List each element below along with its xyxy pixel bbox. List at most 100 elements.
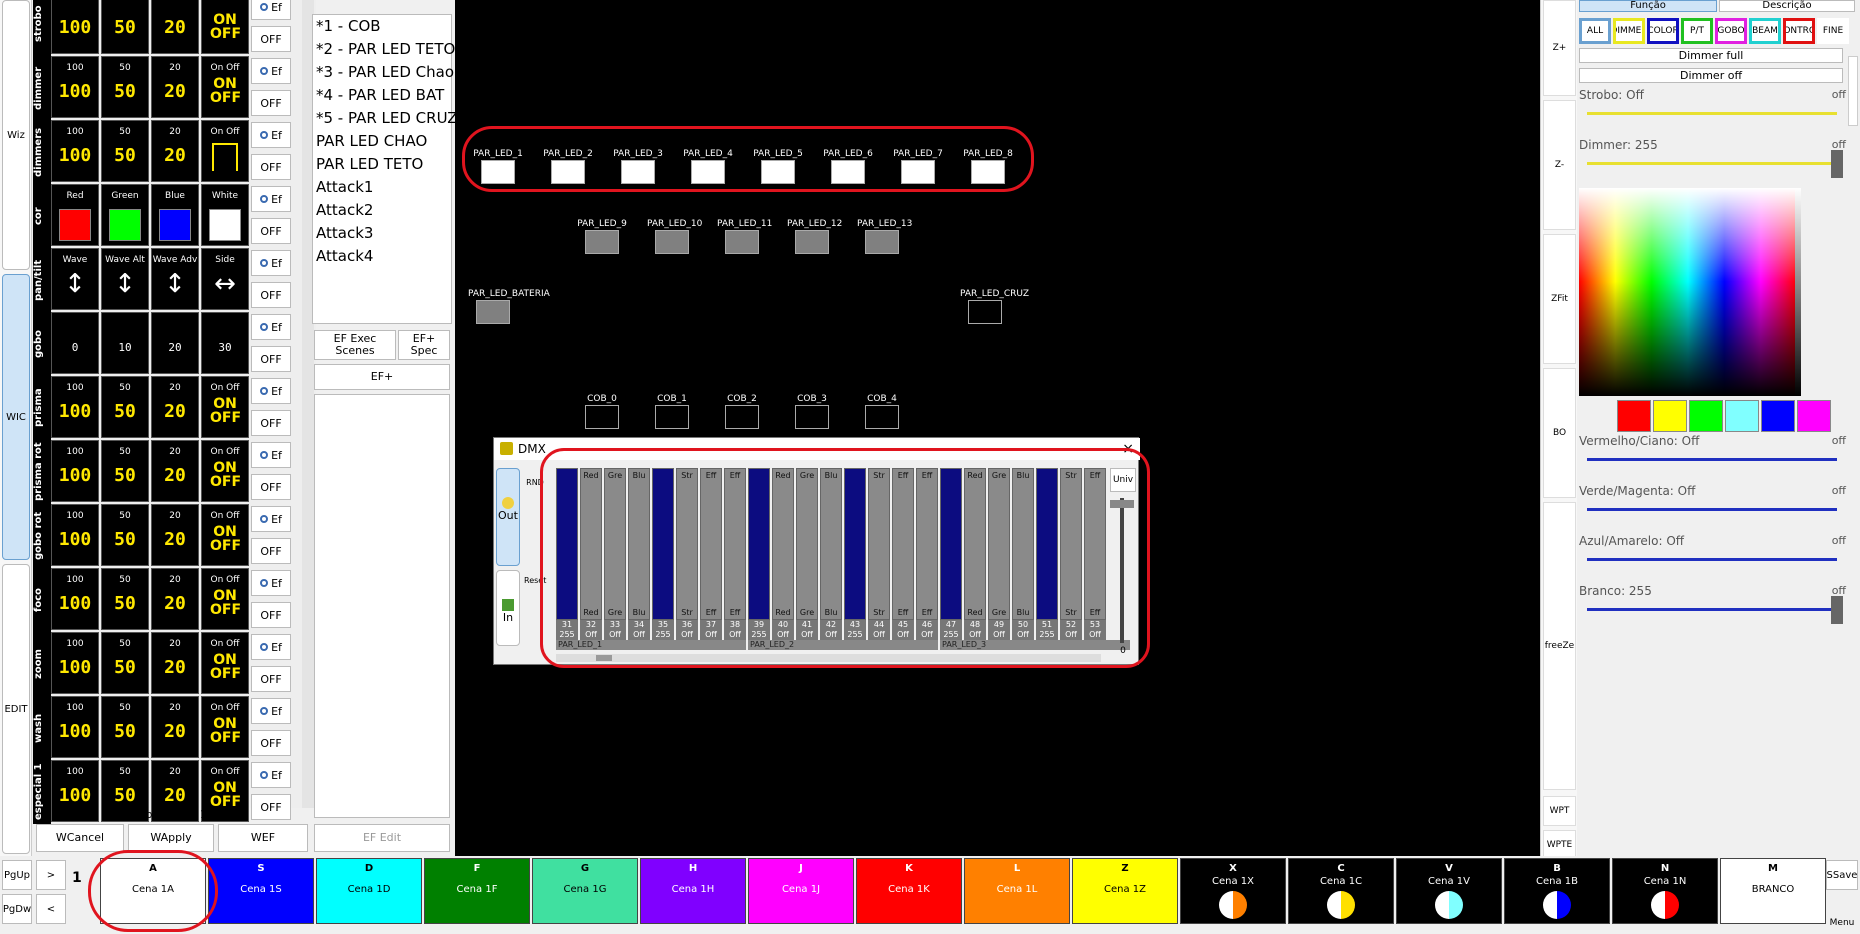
effect-cell[interactable]: 50 50	[101, 568, 149, 630]
scene-list-item[interactable]: *4 - PAR LED BAT	[313, 84, 451, 107]
effect-cell[interactable]: 100 100	[51, 56, 99, 118]
wef-button[interactable]: WEF	[218, 824, 308, 852]
fixture[interactable]: PAR_LED_CRUZ	[960, 289, 1029, 324]
panel-scrollbar[interactable]	[1848, 56, 1858, 126]
category-beam[interactable]: BEAM	[1749, 18, 1781, 44]
slider-knob[interactable]	[1831, 150, 1843, 178]
ef-button[interactable]: Ef	[251, 762, 291, 788]
effect-cell[interactable]: 20 20	[151, 56, 199, 118]
effect-cell[interactable]: 30	[201, 312, 249, 374]
effect-cell[interactable]: Wave Alt ↕	[101, 248, 149, 310]
effect-cell[interactable]: Blue	[151, 184, 199, 246]
scene-button-c[interactable]: C Cena 1C	[1288, 858, 1394, 924]
effect-cell[interactable]: 50 50	[101, 120, 149, 182]
ef-button[interactable]: Ef	[251, 58, 291, 84]
off-button[interactable]: OFF	[251, 218, 291, 244]
effect-cell[interactable]: 100 100	[51, 376, 99, 438]
ef-button[interactable]: Ef	[251, 122, 291, 148]
effect-cell[interactable]: On Off ON OFF	[201, 56, 249, 118]
fixture[interactable]: PAR_LED_13	[857, 219, 912, 254]
category-fine[interactable]: FINE	[1817, 18, 1849, 44]
effect-cell[interactable]: 50	[101, 0, 149, 54]
slider-track[interactable]	[1587, 458, 1837, 461]
slider-track[interactable]	[1587, 162, 1837, 165]
edit-mode-button[interactable]: EDIT	[2, 564, 30, 854]
scene-list[interactable]: *1 - COB *2 - PAR LED TETO *3 - PAR LED Ch…	[312, 14, 458, 324]
effect-cell[interactable]: 50 50	[101, 440, 149, 502]
ef-button[interactable]: Ef	[251, 698, 291, 724]
effect-cell[interactable]: On Off ON OFF	[201, 504, 249, 566]
effect-cell[interactable]: 20 20	[151, 632, 199, 694]
scene-button-z[interactable]: Z Cena 1Z	[1072, 858, 1178, 924]
scene-list-item[interactable]: PAR LED TETO	[313, 153, 451, 176]
tool-bo[interactable]: BO	[1543, 368, 1576, 498]
effect-cell[interactable]: White	[201, 184, 249, 246]
tab-descricao[interactable]: Descrição	[1719, 0, 1855, 12]
pgup-button[interactable]: PgUp	[2, 860, 32, 890]
palette-swatch[interactable]	[1725, 400, 1759, 432]
off-button[interactable]: OFF	[251, 730, 291, 756]
scene-list-item[interactable]: *2 - PAR LED TETO	[313, 38, 455, 61]
scene-button-k[interactable]: K Cena 1K	[856, 858, 962, 924]
fixture[interactable]: PAR_LED_9	[577, 219, 627, 254]
off-button[interactable]: OFF	[251, 26, 291, 52]
slider-track[interactable]	[1587, 112, 1837, 115]
scene-list-item[interactable]: *3 - PAR LED Chao	[313, 61, 454, 84]
prev-page-button[interactable]: <	[36, 894, 66, 924]
effect-cell[interactable]: 100 100	[51, 504, 99, 566]
fixture[interactable]: COB_1	[647, 394, 697, 429]
fixture[interactable]: PAR_LED_11	[717, 219, 772, 254]
ef-edit-button[interactable]: EF Edit	[314, 824, 450, 852]
effect-cell[interactable]: 50 50	[101, 56, 149, 118]
effect-cell[interactable]: 20 20	[151, 376, 199, 438]
dimmer-full-button[interactable]: Dimmer full	[1579, 48, 1843, 63]
ef-button[interactable]: Ef	[251, 378, 291, 404]
scene-button-s[interactable]: S Cena 1S	[208, 858, 314, 924]
ssave-button[interactable]: SSave	[1826, 860, 1858, 890]
tool-z+[interactable]: Z+	[1543, 0, 1576, 96]
scene-list-item[interactable]: *5 - PAR LED CRUZ	[313, 107, 458, 130]
category-color[interactable]: COLOR	[1647, 18, 1679, 44]
effect-cell[interactable]: On Off ON OFF	[201, 696, 249, 758]
wic-mode-button[interactable]: WIC	[2, 274, 30, 560]
scene-button-m[interactable]: M BRANCO	[1720, 858, 1826, 924]
effect-cell[interactable]: 10	[101, 312, 149, 374]
pgdw-button[interactable]: PgDw	[2, 894, 32, 924]
slider-track[interactable]	[1587, 608, 1837, 611]
fixture[interactable]: COB_4	[857, 394, 907, 429]
scene-list-item[interactable]: Attack1	[313, 176, 451, 199]
dimmer-off-button[interactable]: Dimmer off	[1579, 68, 1843, 83]
scene-button-g[interactable]: G Cena 1G	[532, 858, 638, 924]
wiz-mode-button[interactable]: Wiz	[2, 0, 30, 270]
scene-button-j[interactable]: J Cena 1J	[748, 858, 854, 924]
effect-cell[interactable]: Green	[101, 184, 149, 246]
scene-button-x[interactable]: X Cena 1X	[1180, 858, 1286, 924]
slider-track[interactable]	[1587, 508, 1837, 511]
effect-cell[interactable]: 0	[51, 312, 99, 374]
off-button[interactable]: OFF	[251, 154, 291, 180]
effect-cell[interactable]: 20 20	[151, 696, 199, 758]
ef-button[interactable]: Ef	[251, 314, 291, 340]
effect-cell[interactable]: On Off	[201, 120, 249, 182]
effect-cell[interactable]: 20	[151, 312, 199, 374]
effect-cell[interactable]: Side ↔	[201, 248, 249, 310]
ef-button[interactable]: Ef	[251, 442, 291, 468]
slider-track[interactable]	[1587, 558, 1837, 561]
fixture[interactable]: PAR_LED_10	[647, 219, 702, 254]
ef-button[interactable]: Ef	[251, 250, 291, 276]
effect-cell[interactable]: Wave ↕	[51, 248, 99, 310]
off-button[interactable]: OFF	[251, 346, 291, 372]
category-pt[interactable]: P/T	[1681, 18, 1713, 44]
ef-exec-scenes-button[interactable]: EF Exec Scenes	[314, 330, 396, 360]
effect-cell[interactable]: On Off ON OFF	[201, 376, 249, 438]
effect-cell[interactable]: 100 100	[51, 696, 99, 758]
ef-button[interactable]: Ef	[251, 506, 291, 532]
ef-plus-button[interactable]: EF+	[314, 364, 450, 390]
slider-knob[interactable]	[1831, 596, 1843, 624]
off-button[interactable]: OFF	[251, 282, 291, 308]
effect-cell[interactable]: 50 50	[101, 376, 149, 438]
effect-cell[interactable]: 20 20	[151, 120, 199, 182]
scene-button-b[interactable]: B Cena 1B	[1504, 858, 1610, 924]
effect-cell[interactable]: 20 20	[151, 440, 199, 502]
category-control[interactable]: CONTROL	[1783, 18, 1815, 44]
